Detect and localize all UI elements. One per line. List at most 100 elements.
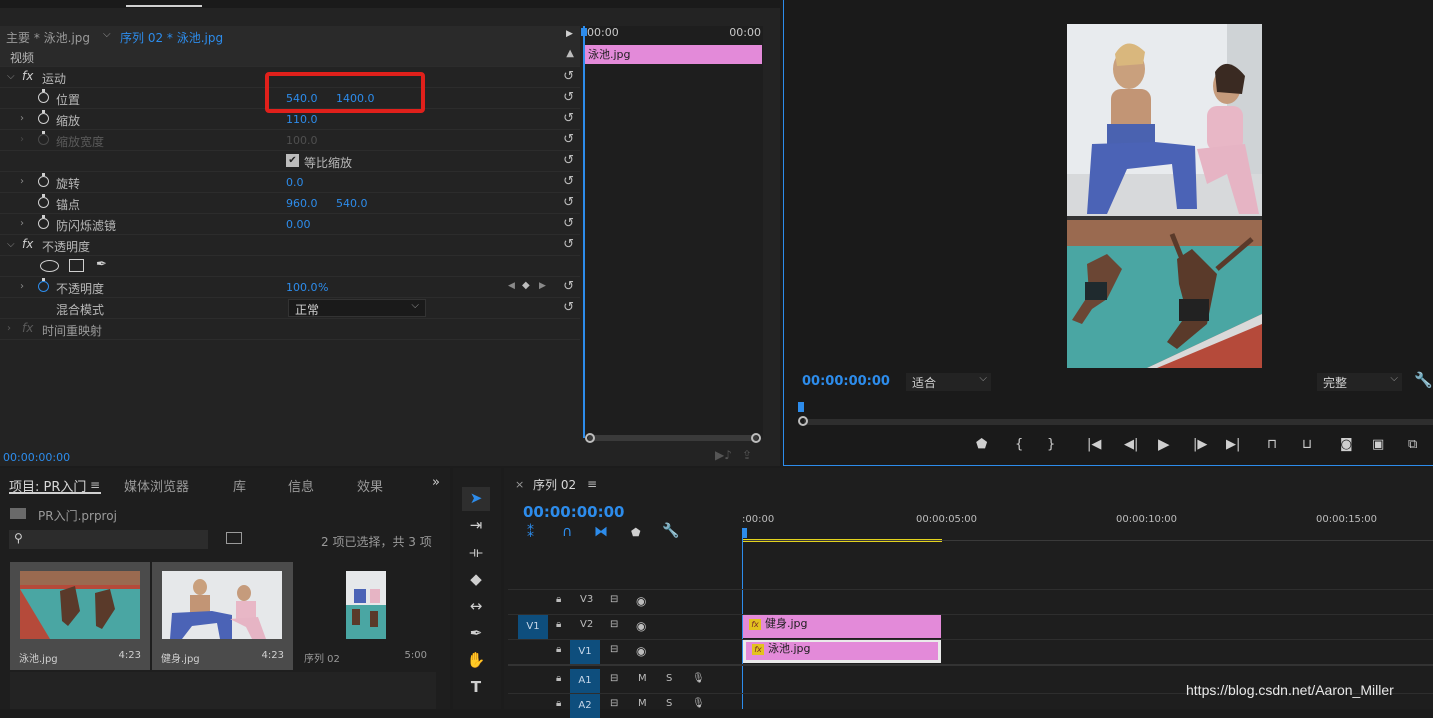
mark-in-icon[interactable]: {: [1015, 437, 1023, 452]
collapse-up-icon[interactable]: ▲: [566, 48, 574, 59]
timeline-playhead-handle[interactable]: [742, 528, 747, 538]
lock-icon[interactable]: 🔒︎: [556, 698, 561, 709]
add-marker-icon[interactable]: ⬟: [976, 437, 987, 452]
project-item[interactable]: 泳池.jpg 4:23: [10, 562, 150, 670]
reset-icon[interactable]: ↺: [563, 111, 574, 126]
stopwatch-icon[interactable]: [38, 89, 49, 103]
track-a1-target[interactable]: A1: [570, 669, 600, 693]
ec-timecode[interactable]: 00:00:00:00: [3, 451, 70, 464]
timeline-title[interactable]: 序列 02: [533, 476, 576, 493]
wrench-icon[interactable]: 🔧: [1414, 371, 1433, 389]
close-icon[interactable]: ×: [515, 478, 524, 491]
linked-selection-icon[interactable]: ⧓: [594, 524, 608, 540]
reset-icon[interactable]: ↺: [563, 132, 574, 147]
snap-icon[interactable]: ∩: [562, 524, 572, 540]
scale-value[interactable]: 110.0: [286, 113, 318, 126]
opacity-value[interactable]: 100.0: [286, 281, 318, 294]
sync-lock-icon[interactable]: ⊟: [610, 619, 618, 630]
play-triangle-icon[interactable]: ▶: [566, 29, 573, 39]
mute-button[interactable]: M: [638, 698, 647, 709]
track-v3-label[interactable]: V3: [580, 594, 593, 605]
ripple-edit-tool-icon[interactable]: ⟛: [466, 543, 486, 563]
sync-lock-icon[interactable]: ⊟: [610, 673, 618, 684]
lift-icon[interactable]: ⊓: [1267, 437, 1277, 452]
timeline-settings-icon[interactable]: 🔧: [662, 523, 679, 539]
anchor-x-value[interactable]: 960.0: [286, 197, 318, 210]
stopwatch-icon[interactable]: [38, 110, 49, 124]
microphone-icon[interactable]: 🎙︎: [692, 673, 705, 684]
lock-icon[interactable]: 🔒︎: [556, 673, 561, 684]
project-item[interactable]: 序列 02 5:00: [294, 562, 436, 670]
overlay-icon[interactable]: ⧉: [1408, 437, 1417, 452]
opacity-section-row[interactable]: ⌵ fx 不透明度 ↺: [0, 235, 580, 256]
mini-playhead[interactable]: [583, 26, 585, 438]
reset-icon[interactable]: ↺: [563, 90, 574, 105]
fx-icon[interactable]: fx: [22, 237, 33, 251]
expand-chevron-icon[interactable]: ›: [20, 218, 24, 229]
tab-info[interactable]: 信息: [288, 476, 314, 495]
stopwatch-icon[interactable]: [38, 173, 49, 187]
expand-chevron-icon[interactable]: ›: [20, 281, 24, 292]
mini-playhead-handle[interactable]: [581, 28, 587, 36]
expand-chevron-icon[interactable]: ›: [20, 113, 24, 124]
stopwatch-icon[interactable]: [38, 215, 49, 229]
reset-icon[interactable]: ↺: [563, 216, 574, 231]
program-timecode[interactable]: 00:00:00:00: [802, 374, 890, 389]
clip-pool-selected[interactable]: fx 泳池.jpg: [743, 640, 941, 663]
time-remap-row[interactable]: › fx 时间重映射: [0, 319, 580, 340]
go-to-in-icon[interactable]: |◀: [1087, 437, 1101, 452]
reset-icon[interactable]: ↺: [563, 300, 574, 315]
step-back-icon[interactable]: ◀|: [1124, 437, 1138, 452]
new-bin-from-search-icon[interactable]: [226, 532, 242, 544]
solo-button[interactable]: S: [666, 673, 672, 684]
go-to-out-icon[interactable]: ▶|: [1226, 437, 1240, 452]
track-v2-label[interactable]: V2: [580, 619, 593, 630]
razor-tool-icon[interactable]: ◆: [466, 570, 486, 590]
expand-chevron-icon[interactable]: ›: [20, 176, 24, 187]
type-tool-icon[interactable]: T: [466, 678, 486, 698]
expand-chevron-icon[interactable]: ⌵: [7, 239, 15, 250]
blend-mode-select[interactable]: 正常 ⌵: [288, 299, 426, 317]
timeline-timecode[interactable]: 00:00:00:00: [523, 503, 625, 521]
menu-icon[interactable]: ≡: [90, 478, 100, 492]
clip-gym[interactable]: fx 健身.jpg: [743, 615, 941, 638]
mini-scrollbar[interactable]: [583, 433, 763, 443]
expand-chevron-icon[interactable]: ⌵: [7, 71, 15, 82]
quality-select[interactable]: 完整 ⌵: [1317, 373, 1402, 391]
lock-icon[interactable]: 🔒︎: [556, 619, 561, 630]
prev-keyframe-icon[interactable]: ◀: [508, 281, 515, 291]
slip-tool-icon[interactable]: ↔: [466, 597, 486, 617]
chevron-down-icon[interactable]: ⌵: [103, 29, 111, 40]
project-item[interactable]: 健身.jpg 4:23: [152, 562, 293, 670]
track-select-tool-icon[interactable]: ⇥: [466, 516, 486, 536]
eye-icon[interactable]: ◉: [636, 644, 646, 658]
anchor-y-value[interactable]: 540.0: [336, 197, 368, 210]
add-marker-icon[interactable]: ⬟: [631, 526, 641, 539]
menu-icon[interactable]: ≡: [587, 477, 597, 491]
track-a2-target[interactable]: A2: [570, 694, 600, 718]
sync-lock-icon[interactable]: ⊟: [610, 644, 618, 655]
tab-effects[interactable]: 效果: [357, 476, 383, 495]
eye-icon[interactable]: ◉: [636, 619, 646, 633]
extract-icon[interactable]: ⊔: [1302, 437, 1312, 452]
stopwatch-icon[interactable]: [38, 278, 49, 292]
add-keyframe-icon[interactable]: ◆: [522, 280, 530, 291]
track-v1-target[interactable]: V1: [570, 640, 600, 664]
eye-icon[interactable]: ◉: [636, 594, 646, 608]
audio-export-icon[interactable]: ▶♪: [715, 448, 732, 462]
ellipse-mask-icon[interactable]: [40, 260, 59, 272]
expand-chevron-icon[interactable]: ›: [7, 323, 11, 334]
tab-libraries[interactable]: 库: [233, 476, 246, 495]
reset-icon[interactable]: ↺: [563, 153, 574, 168]
hand-tool-icon[interactable]: ✋: [466, 651, 486, 671]
master-clip-label[interactable]: 主要 * 泳池.jpg: [6, 29, 90, 46]
source-patch-v1[interactable]: V1: [518, 615, 548, 639]
solo-button[interactable]: S: [666, 698, 672, 709]
fit-select[interactable]: 适合 ⌵: [906, 373, 991, 391]
sequence-clip-label[interactable]: 序列 02 * 泳池.jpg: [120, 29, 223, 46]
project-search-input[interactable]: ⚲: [9, 530, 208, 549]
overflow-chevrons-icon[interactable]: »: [432, 475, 440, 490]
reset-icon[interactable]: ↺: [563, 174, 574, 189]
flicker-value[interactable]: 0.00: [286, 218, 311, 231]
lock-icon[interactable]: 🔒︎: [556, 594, 561, 605]
